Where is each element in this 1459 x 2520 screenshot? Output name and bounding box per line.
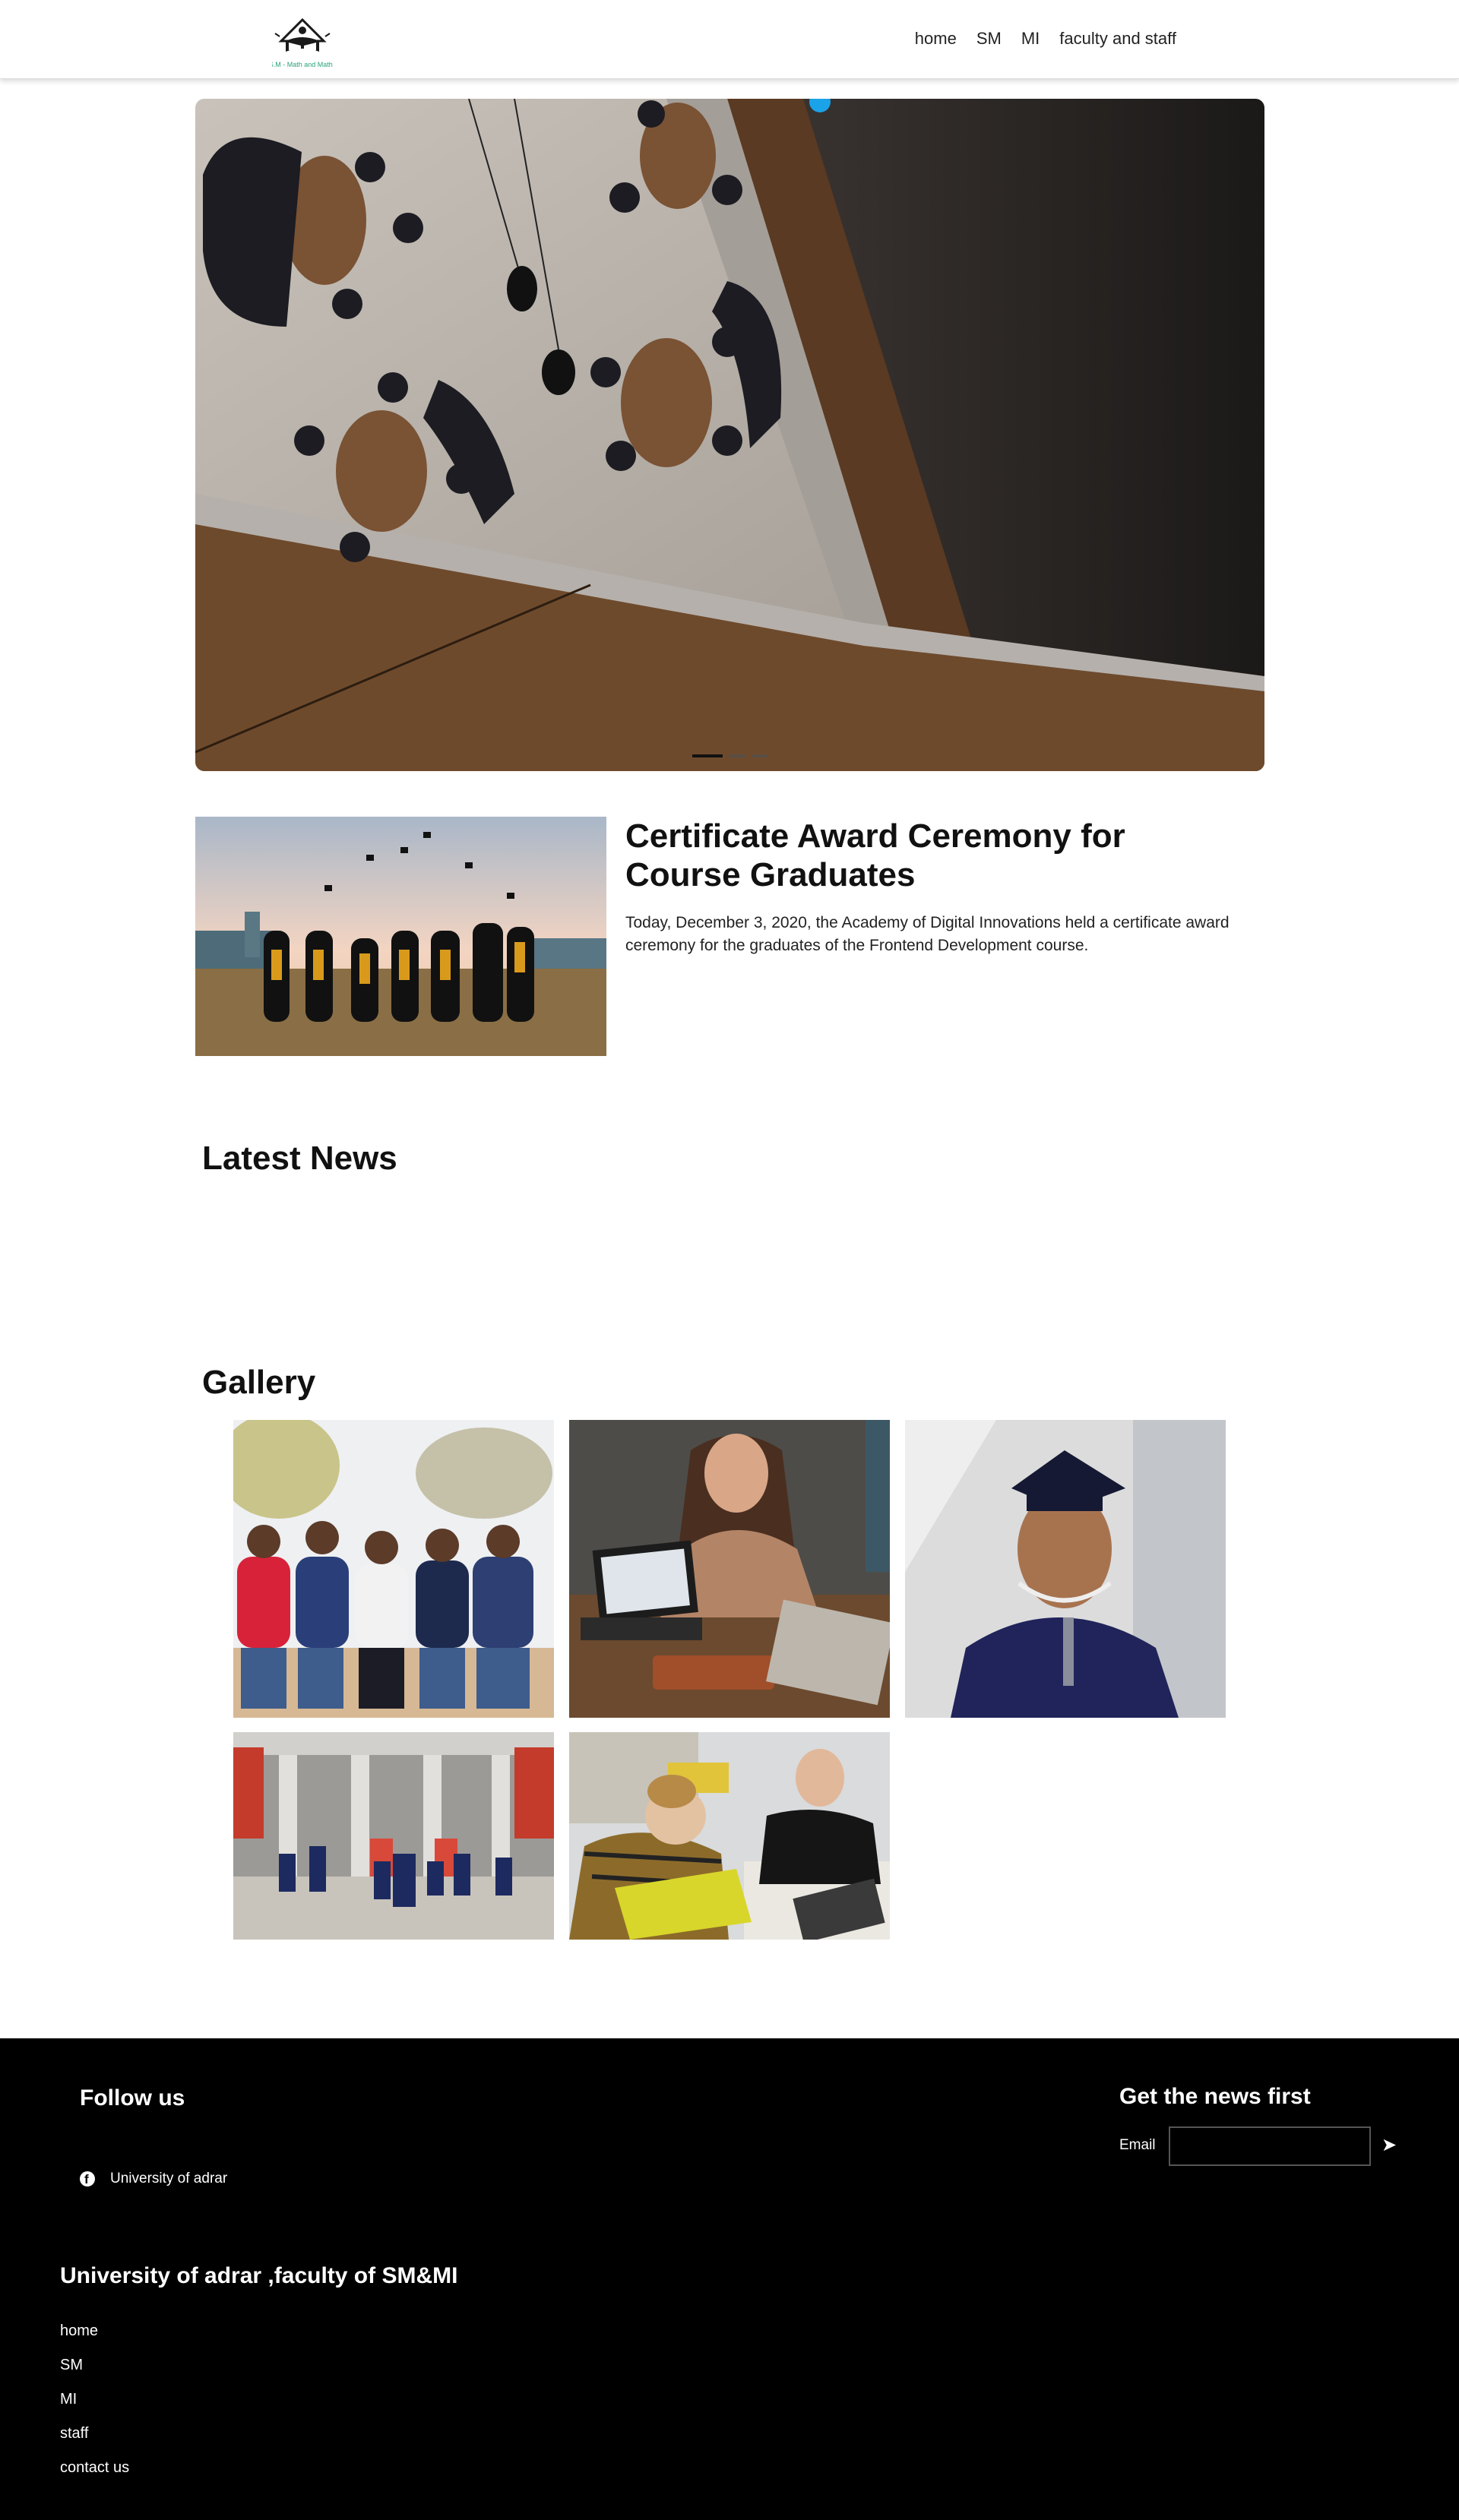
hero-image <box>195 99 1264 771</box>
footer-link-mi[interactable]: MI <box>60 2392 129 2408</box>
footer-link-home[interactable]: home <box>60 2323 129 2339</box>
gallery-image-4[interactable] <box>233 1732 554 1940</box>
site-header: S.M - Math and Maths home SM MI faculty … <box>0 0 1459 79</box>
email-field[interactable] <box>1169 2126 1371 2166</box>
email-label: Email <box>1119 2137 1156 2153</box>
latest-news-title: Latest News <box>202 1140 397 1177</box>
carousel-indicator-2[interactable] <box>728 754 745 757</box>
footer-link-staff[interactable]: staff <box>60 2426 129 2442</box>
facebook-label[interactable]: University of adrar <box>110 2171 227 2187</box>
hero-carousel[interactable] <box>195 99 1264 771</box>
article-image <box>195 817 606 1056</box>
footer-links: home SM MI staff contact us <box>60 2323 129 2476</box>
footer-university-title: University of adrar ,faculty of SM&MI <box>60 2263 458 2288</box>
footer-link-contact-us[interactable]: contact us <box>60 2460 129 2476</box>
facebook-link[interactable]: University of adrar <box>80 2171 227 2187</box>
main-nav: home SM MI faculty and staff <box>915 29 1176 49</box>
facebook-icon <box>80 2171 95 2187</box>
logo-caption: S.M - Math and Maths <box>272 61 333 68</box>
gallery-title: Gallery <box>202 1364 316 1401</box>
university-logo[interactable]: S.M - Math and Maths <box>269 14 337 73</box>
footer-link-sm[interactable]: SM <box>60 2357 129 2373</box>
article-title[interactable]: Certificate Award Ceremony for Course Gr… <box>625 817 1249 894</box>
newsletter-title: Get the news first <box>1119 2084 1311 2109</box>
nav-mi[interactable]: MI <box>1021 29 1040 49</box>
carousel-indicator-1[interactable] <box>692 754 723 757</box>
gallery-image-1[interactable] <box>233 1420 554 1718</box>
nav-home[interactable]: home <box>915 29 957 49</box>
carousel-indicators <box>195 754 1264 757</box>
site-footer: Follow us University of adrar Get the ne… <box>0 2038 1459 2520</box>
gallery-image-5[interactable] <box>569 1732 890 1940</box>
send-icon[interactable]: ➤ <box>1381 2134 1400 2157</box>
nav-faculty-and-staff[interactable]: faculty and staff <box>1059 29 1176 49</box>
gallery-image-3[interactable] <box>905 1420 1226 1718</box>
gallery-image-2[interactable] <box>569 1420 890 1718</box>
follow-us-title: Follow us <box>80 2085 185 2111</box>
carousel-indicator-3[interactable] <box>751 754 768 757</box>
nav-sm[interactable]: SM <box>976 29 1002 49</box>
article-text: Today, December 3, 2020, the Academy of … <box>625 914 1230 954</box>
